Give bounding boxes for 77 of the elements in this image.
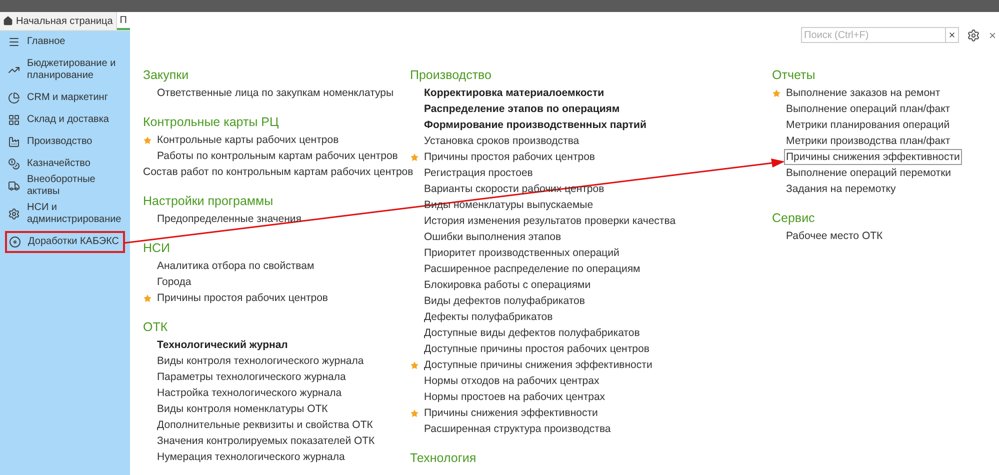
menu-link[interactable]: Причины снижения эффективности <box>424 406 598 420</box>
menu-link[interactable]: Расширенное распределение по операциям <box>424 262 640 276</box>
menu-link[interactable]: Регистрация простоев <box>424 166 533 180</box>
search-field[interactable]: Поиск (Ctrl+F) <box>801 27 959 43</box>
menu-link[interactable]: Установка сроков производства <box>424 134 580 148</box>
menu-link[interactable]: Метрики планирования операций <box>786 118 950 132</box>
search-input[interactable]: Поиск (Ctrl+F) <box>802 28 945 42</box>
section-heading: Настройки программы <box>143 193 274 210</box>
sidebar-item[interactable]: Бюджетирование и планирование <box>0 53 130 87</box>
section-heading: Закупки <box>143 67 189 84</box>
menu-link[interactable]: Доступные причины простоя рабочих центров <box>424 342 650 356</box>
sidebar-item[interactable]: НСИ и администрирование <box>0 197 130 231</box>
menu-link[interactable]: Причины простоя рабочих центров <box>157 291 328 305</box>
menu-link[interactable]: Аналитика отбора по свойствам <box>157 259 314 273</box>
menu-link[interactable]: Выполнение операций перемотки <box>786 166 952 180</box>
sidebar-item[interactable]: Склад и доставка <box>0 109 130 131</box>
pie-chart-icon <box>8 92 20 104</box>
menu-link[interactable]: Ошибки выполнения этапов <box>424 230 562 244</box>
menu-link[interactable]: Настройка технологического журнала <box>157 386 342 400</box>
menu-link[interactable]: Ответственные лица по закупкам номенклатуры <box>157 86 394 100</box>
menu-link[interactable]: Доступные причины снижения эффективности <box>424 358 652 372</box>
section-heading: Сервис <box>772 210 815 227</box>
menu-link[interactable]: Задания на перемотку <box>786 182 896 196</box>
menu-link[interactable]: Предопределенные значения <box>157 212 302 226</box>
menu-link[interactable]: Значения контролируемых показателей ОТК <box>157 434 375 448</box>
sidebar-item[interactable]: Доработки КАБЭКС <box>5 231 125 253</box>
menu-link[interactable]: Формирование производственных партий <box>424 118 646 132</box>
menu-link[interactable]: Технологический журнал <box>157 338 288 352</box>
disc-icon <box>9 236 21 248</box>
section-heading: Технология <box>410 450 476 467</box>
menu-link[interactable]: Виды контроля номенклатуры ОТК <box>157 402 328 416</box>
menu-link[interactable]: Причины снижения эффективности <box>784 149 962 165</box>
menu-link[interactable]: Выполнение заказов на ремонт <box>786 86 940 100</box>
menu-link[interactable]: Блокировка работы с операциями <box>424 278 591 292</box>
sidebar-item[interactable]: Производство <box>0 131 130 153</box>
close-icon[interactable] <box>988 30 997 40</box>
menu-link[interactable]: Нормы отходов на рабочих центрах <box>424 374 600 388</box>
section-heading: Отчеты <box>772 67 816 84</box>
truck-icon <box>8 180 20 192</box>
section-heading: ОТК <box>143 319 168 336</box>
menu-link[interactable]: Виды дефектов полуфабрикатов <box>424 294 585 308</box>
menu-icon <box>8 36 20 48</box>
menu-link[interactable]: Параметры технологического журнала <box>157 370 346 384</box>
sidebar-item[interactable]: Внеоборотные активы <box>0 175 130 197</box>
section-heading: Контрольные карты РЦ <box>143 114 279 131</box>
sidebar-item[interactable]: Главное <box>0 31 130 53</box>
menu-link[interactable]: Виды контроля технологического журнала <box>157 354 364 368</box>
section-heading: НСИ <box>143 240 170 257</box>
menu-link[interactable]: Корректировка материалоемкости <box>424 86 604 100</box>
menu-link[interactable]: История изменения результатов проверки качества <box>424 214 676 228</box>
menu-link[interactable]: Дополнительные реквизиты и свойства ОТК <box>157 418 373 432</box>
sidebar-item[interactable]: Казначейство <box>0 153 130 175</box>
settings-icon[interactable] <box>967 28 980 42</box>
menu-link[interactable]: Рабочее место ОТК <box>786 229 883 243</box>
menu-link[interactable]: Города <box>157 275 192 289</box>
factory-icon <box>8 136 20 148</box>
menu-link[interactable]: Нормы простоев на рабочих центрах <box>424 390 606 404</box>
gear-icon <box>8 208 20 220</box>
tab[interactable]: П <box>116 12 131 30</box>
chart-icon <box>8 64 20 76</box>
menu-link[interactable]: Причины простоя рабочих центров <box>424 150 596 164</box>
grid-icon <box>8 114 20 126</box>
menu-link[interactable]: Контрольные карты рабочих центров <box>157 133 339 147</box>
home-icon <box>3 16 13 26</box>
menu-link[interactable]: Работы по контрольным картам рабочих центров <box>157 149 398 163</box>
sidebar-item[interactable]: CRM и маркетинг <box>0 87 130 109</box>
menu-link[interactable]: Дефекты полуфабрикатов <box>424 310 553 324</box>
section-heading: Производство <box>410 67 492 84</box>
menu-link[interactable]: Выполнение операций план/факт <box>786 102 950 116</box>
menu-link[interactable]: Нумерация технологического журнала <box>157 450 345 464</box>
menu-link[interactable]: Состав работ по контрольным картам рабочих центров <box>143 165 414 179</box>
menu-link[interactable]: Распределение этапов по операциям <box>424 102 620 116</box>
menu-link[interactable]: Расширенная структура производства <box>424 422 611 436</box>
coins-icon <box>8 158 20 170</box>
menu-link[interactable]: Доступные виды дефектов полуфабрикатов <box>424 326 640 340</box>
menu-link[interactable]: Приоритет производственных операций <box>424 246 620 260</box>
menu-link[interactable]: Метрики производства план/факт <box>786 134 950 148</box>
